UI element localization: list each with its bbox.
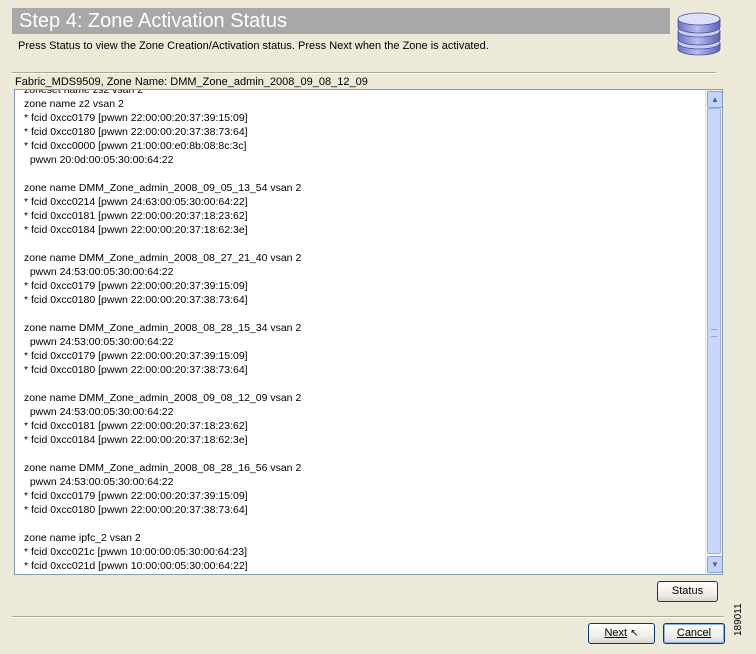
fabric-zone-label: Fabric_MDS9509, Zone Name: DMM_Zone_admi… [15, 76, 368, 88]
status-text-line: zone name DMM_Zone_admin_2008_08_27_21_4… [24, 252, 302, 264]
status-text-line: * fcid 0xcc0180 [pwwn 22:00:00:20:37:38:… [24, 294, 248, 306]
status-text-line: zone name ipfc_2 vsan 2 [24, 532, 141, 544]
status-text-line: zone name DMM_Zone_admin_2008_09_08_12_0… [24, 392, 302, 404]
header-bar: Step 4: Zone Activation Status [12, 8, 670, 34]
zone-status-text-area[interactable]: zoneset name zs2 vsan 2 zone name z2 vsan… [14, 89, 723, 575]
status-text-line: * fcid 0xcc0214 [pwwn 24:63:00:05:30:00:… [24, 196, 248, 208]
status-text-line: * fcid 0xcc0179 [pwwn 22:00:00:20:37:39:… [24, 490, 248, 502]
status-text-line: pwwn 24:53:00:05:30:00:64:22 [24, 336, 174, 348]
status-text-line: zone name z2 vsan 2 [24, 98, 124, 110]
status-text-line: zoneset name zs2 vsan 2 [24, 89, 144, 96]
status-text-line: pwwn 24:53:00:05:30:00:64:22 [24, 476, 174, 488]
chevron-down-icon: ▼ [711, 560, 719, 569]
scroll-grip-icon [711, 329, 717, 337]
scroll-up-button[interactable]: ▲ [707, 91, 722, 108]
status-text-line: * fcid 0xcc0000 [pwwn 21:00:00:e0:8b:08:… [24, 140, 247, 152]
status-text-line [24, 517, 301, 531]
next-button[interactable]: Next ↖ [588, 623, 655, 644]
status-text-line: * fcid 0xcc0180 [pwwn 22:00:00:20:37:38:… [24, 126, 248, 138]
page-title: Step 4: Zone Activation Status [19, 10, 287, 32]
status-text-line: * fcid 0xcc021c [pwwn 10:00:00:05:30:00:… [24, 546, 247, 558]
status-text-line: * fcid 0xcc0179 [pwwn 22:00:00:20:37:39:… [24, 280, 248, 292]
header-separator [12, 72, 716, 74]
mouse-cursor-icon: ↖ [630, 628, 639, 639]
status-text-line: zone name DMM_Zone_admin_2008_09_05_13_5… [24, 182, 302, 194]
status-text-line: pwwn 24:53:00:05:30:00:64:22 [24, 406, 174, 418]
chevron-up-icon: ▲ [711, 95, 719, 104]
figure-number: 189011 [733, 603, 744, 636]
status-text-line: * fcid 0xcc0179 [pwwn 22:00:00:20:37:39:… [24, 112, 248, 124]
status-text-line: * fcid 0xcc0181 [pwwn 22:00:00:20:37:18:… [24, 210, 248, 222]
status-text-line: * fcid 0xcc0180 [pwwn 22:00:00:20:37:38:… [24, 504, 248, 516]
next-button-label: Next [604, 627, 628, 639]
status-text-line: * fcid 0xcc0181 [pwwn 22:00:00:20:37:18:… [24, 420, 248, 432]
status-text-lines: zoneset name zs2 vsan 2 zone name z2 vsan… [24, 89, 302, 573]
status-text-line: * fcid 0xcc0184 [pwwn 22:00:00:20:37:18:… [24, 434, 248, 446]
instructions-text: Press Status to view the Zone Creation/A… [18, 40, 489, 52]
status-text-line: pwwn 24:53:00:05:30:00:64:22 [24, 266, 174, 278]
status-text-line: pwwn 20:0d:00:05:30:00:64:22 [24, 154, 174, 166]
cancel-button-label: Cancel [676, 627, 712, 639]
status-text-line: zone name DMM_Zone_admin_2008_08_28_15_3… [24, 322, 302, 334]
vertical-scrollbar[interactable]: ▲ ▼ [705, 90, 722, 574]
status-text-line: * fcid 0xcc0184 [pwwn 22:00:00:20:37:18:… [24, 224, 248, 236]
status-text-line [24, 167, 301, 181]
status-text-line [24, 447, 301, 461]
status-text-line [24, 237, 301, 251]
status-text-line [24, 307, 301, 321]
status-text-line: * fcid 0xcc0180 [pwwn 22:00:00:20:37:38:… [24, 364, 248, 376]
scroll-thumb[interactable] [707, 108, 721, 554]
status-text-line: * fcid 0xcc021d [pwwn 10:00:00:05:30:00:… [24, 560, 248, 572]
status-text-line [24, 377, 301, 391]
status-button[interactable]: Status [657, 581, 718, 602]
status-text-line: zone name DMM_Zone_admin_2008_08_28_16_5… [24, 462, 302, 474]
footer-separator [12, 616, 724, 618]
scroll-down-button[interactable]: ▼ [707, 556, 722, 573]
cancel-button[interactable]: Cancel [663, 623, 725, 644]
status-button-label: Status [671, 585, 704, 597]
database-stack-icon [677, 12, 721, 56]
status-text-line: * fcid 0xcc0179 [pwwn 22:00:00:20:37:39:… [24, 350, 248, 362]
